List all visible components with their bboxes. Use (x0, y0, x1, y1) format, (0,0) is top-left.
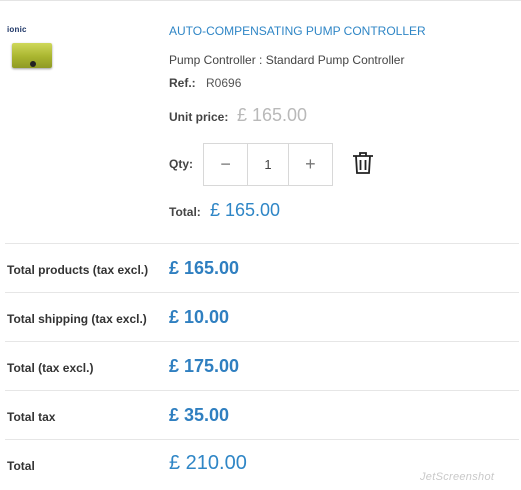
brand-logo: ionic (7, 25, 27, 34)
summary-row-tax: Total tax £ 35.00 (5, 390, 519, 440)
product-name-link[interactable]: AUTO-COMPENSATING PUMP CONTROLLER (169, 24, 426, 38)
product-description: Pump Controller : Standard Pump Controll… (169, 53, 405, 67)
qty-input[interactable]: 1 (247, 144, 289, 185)
line-total-value: £ 165.00 (210, 200, 281, 220)
ref-label: Ref.: (169, 76, 196, 90)
unit-price-label: Unit price: (169, 110, 229, 124)
summary-label: Total products (tax excl.) (7, 263, 149, 277)
summary-label: Total (tax excl.) (7, 361, 94, 375)
summary-row-shipping: Total shipping (tax excl.) £ 10.00 (5, 292, 519, 342)
qty-decrease-button[interactable]: − (204, 144, 247, 185)
product-image (12, 43, 52, 68)
summary-row-products: Total products (tax excl.) £ 165.00 (5, 243, 519, 293)
summary-row-total-excl: Total (tax excl.) £ 175.00 (5, 341, 519, 391)
summary-label: Total (7, 459, 35, 473)
trash-icon[interactable] (352, 151, 374, 175)
summary-value: £ 10.00 (169, 307, 230, 327)
quantity-stepper: − 1 + (203, 143, 333, 186)
summary-label: Total shipping (tax excl.) (7, 312, 147, 326)
qty-increase-button[interactable]: + (289, 144, 332, 185)
line-total-label: Total: (169, 205, 201, 219)
top-divider (0, 0, 521, 6)
ref-value: R0696 (206, 76, 242, 90)
watermark: JetScreenshot (420, 471, 495, 483)
unit-price-value: £ 165.00 (237, 105, 308, 125)
summary-value: £ 175.00 (169, 356, 240, 376)
summary-value: £ 35.00 (169, 405, 230, 425)
summary-label: Total tax (7, 410, 56, 424)
summary-value: £ 165.00 (169, 258, 240, 278)
grand-total-value: £ 210.00 (169, 452, 247, 474)
qty-label: Qty: (169, 157, 193, 171)
product-thumbnail[interactable]: ionic (7, 25, 59, 77)
